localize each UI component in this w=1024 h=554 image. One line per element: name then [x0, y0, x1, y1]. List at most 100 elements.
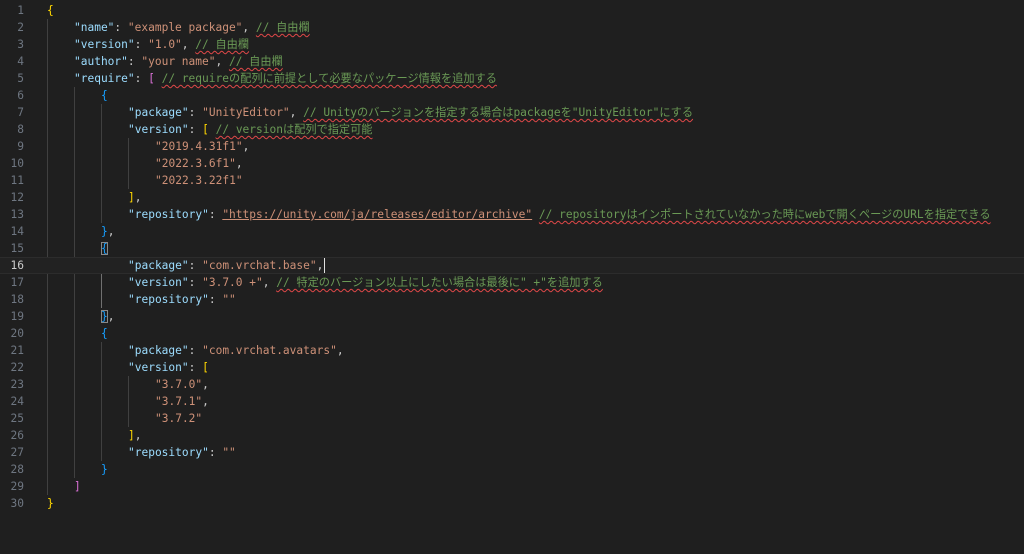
code-token: "https://unity.com/ja/releases/editor/ar… [222, 208, 533, 221]
code-token: } [101, 463, 108, 476]
code-line[interactable]: 11 "2022.3.22f1" [0, 172, 1024, 189]
code-token: : [188, 123, 203, 136]
code-line[interactable]: 25 "3.7.2" [0, 410, 1024, 427]
code-line[interactable]: 16 "package": "com.vrchat.base", [0, 257, 1024, 274]
code-line[interactable]: 21 "package": "com.vrchat.avatars", [0, 342, 1024, 359]
code-token: : [208, 293, 223, 306]
code-comment: // 自由欄 [228, 55, 283, 68]
line-code: ], [128, 189, 142, 206]
line-number: 3 [17, 38, 24, 51]
line-code: "package": "UnityEditor", // Unityのバージョン… [128, 104, 693, 121]
code-token: : [114, 21, 128, 34]
code-token: "require" [74, 72, 135, 85]
code-token: "2022.3.22f1" [155, 174, 243, 187]
code-token: , [181, 38, 196, 51]
code-token: "example package" [127, 21, 243, 34]
code-line[interactable]: 14}, [0, 223, 1024, 240]
code-line[interactable]: 19}, [0, 308, 1024, 325]
line-code: "2022.3.6f1", [155, 155, 243, 172]
code-comment: // requireの配列に前提として必要なパッケージ情報を追加する [161, 72, 497, 85]
code-token: , [107, 225, 115, 238]
line-number: 23 [10, 378, 24, 391]
line-number: 10 [10, 157, 24, 170]
code-token: , [134, 191, 142, 204]
code-line[interactable]: 8 "version": [ // versionは配列で指定可能 [0, 121, 1024, 138]
code-token: , [215, 55, 229, 68]
line-number: 6 [17, 89, 24, 102]
code-line[interactable]: 18 "repository": "" [0, 291, 1024, 308]
line-code: "package": "com.vrchat.base", [128, 257, 323, 274]
line-code: }, [101, 308, 115, 325]
code-line[interactable]: 24 "3.7.1", [0, 393, 1024, 410]
line-code: "repository": "" [128, 291, 236, 308]
code-token: "UnityEditor" [202, 106, 290, 119]
line-code: "version": [ // versionは配列で指定可能 [128, 121, 372, 138]
code-line[interactable]: 12], [0, 189, 1024, 206]
line-number: 17 [10, 276, 24, 289]
line-number: 21 [10, 344, 24, 357]
code-token: "2019.4.31f1" [155, 140, 243, 153]
code-token: "repository" [128, 446, 209, 459]
code-line[interactable]: 4 "author": "your name", // 自由欄 [0, 53, 1024, 70]
code-token: : [208, 446, 223, 459]
code-token: "3.7.1" [155, 395, 203, 408]
code-line[interactable]: 2 "name": "example package", // 自由欄 [0, 19, 1024, 36]
code-line[interactable]: 27 "repository": "" [0, 444, 1024, 461]
code-line[interactable]: 20 { [0, 325, 1024, 342]
line-code: "3.7.2" [155, 410, 202, 427]
line-number: 25 [10, 412, 24, 425]
code-line[interactable]: 5 "require": [ // requireの配列に前提として必要なパッケー… [0, 70, 1024, 87]
code-line[interactable]: 23 "3.7.0", [0, 376, 1024, 393]
line-number: 27 [10, 446, 24, 459]
code-line[interactable]: 26], [0, 427, 1024, 444]
line-code: "name": "example package", // 自由欄 [74, 19, 310, 36]
code-line[interactable]: 22 "version": [ [0, 359, 1024, 376]
code-line[interactable]: 1{ [0, 2, 1024, 19]
code-token: { [101, 242, 108, 255]
code-token: [ [202, 123, 209, 136]
code-token: } [101, 310, 108, 323]
code-line[interactable]: 29] [0, 478, 1024, 495]
code-token: { [47, 4, 54, 17]
code-line[interactable]: 30} [0, 495, 1024, 512]
code-token: ] [128, 191, 135, 204]
code-line[interactable]: 3 "version": "1.0", // 自由欄 [0, 36, 1024, 53]
code-token: "version" [74, 38, 135, 51]
code-token: "3.7.0 +" [202, 276, 263, 289]
code-token: ] [128, 429, 135, 442]
code-line[interactable]: 10 "2022.3.6f1", [0, 155, 1024, 172]
code-line[interactable]: 6{ [0, 87, 1024, 104]
text-cursor [324, 258, 325, 273]
line-number: 19 [10, 310, 24, 323]
code-token: , [202, 378, 209, 391]
code-line[interactable]: 13 "repository": "https://unity.com/ja/re… [0, 206, 1024, 223]
code-token: { [101, 327, 108, 340]
code-line[interactable]: 28} [0, 461, 1024, 478]
code-token: , [242, 140, 250, 153]
code-line[interactable]: 9 "2019.4.31f1", [0, 138, 1024, 155]
code-token: , [202, 395, 209, 408]
line-number: 13 [10, 208, 24, 221]
code-editor[interactable]: 1{ 2 "name": "example package", // 自由欄 3 "ve… [0, 0, 1024, 554]
code-token: } [101, 225, 108, 238]
line-number: 4 [17, 55, 24, 68]
line-number: 28 [10, 463, 24, 476]
line-number: 8 [17, 123, 24, 136]
line-code: "2019.4.31f1", [155, 138, 249, 155]
code-token: : [188, 361, 203, 374]
code-line[interactable]: 15 { [0, 240, 1024, 257]
code-token: "repository" [128, 293, 209, 306]
line-number: 2 [17, 21, 24, 34]
code-token: "" [222, 293, 236, 306]
code-token: "com.vrchat.avatars" [202, 344, 337, 357]
code-line[interactable]: 7 "package": "UnityEditor", // Unityのバージョ… [0, 104, 1024, 121]
code-token: , [316, 259, 324, 272]
line-code: "require": [ // requireの配列に前提として必要なパッケージ… [74, 70, 497, 87]
code-token: "3.7.2" [155, 412, 203, 425]
code-line[interactable]: 17 "version": "3.7.0 +", // 特定のバージョン以上にした… [0, 274, 1024, 291]
line-code: "2022.3.22f1" [155, 172, 243, 189]
code-token: "" [222, 446, 236, 459]
line-number: 30 [10, 497, 24, 510]
line-code: } [101, 461, 108, 478]
code-token: : [134, 72, 149, 85]
